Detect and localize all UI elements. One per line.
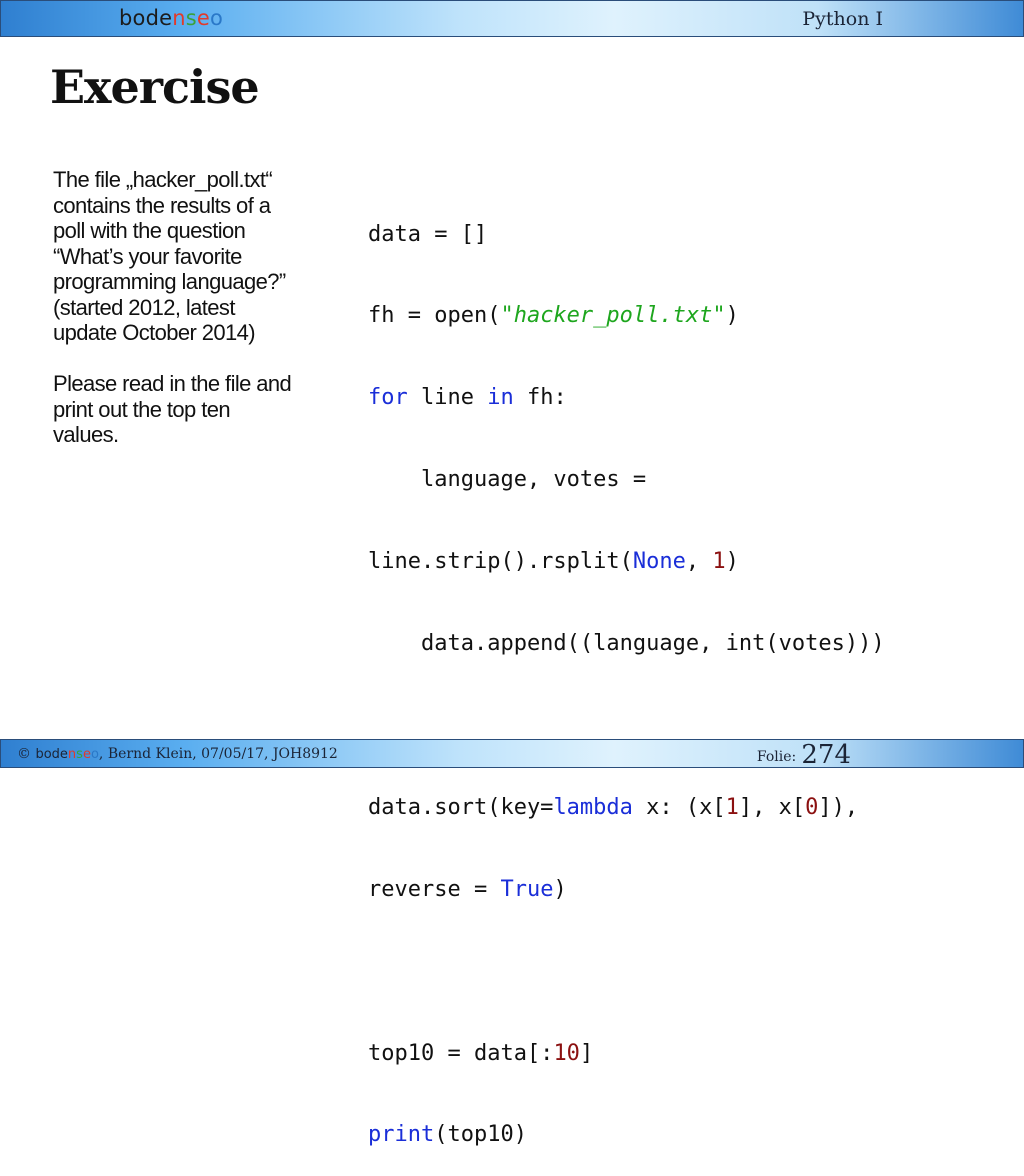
code-text: data.append((language, int(votes))) xyxy=(368,631,885,657)
logo-text-prefix: bode xyxy=(119,6,173,30)
code-text: ) xyxy=(725,549,739,575)
logo-letter-n: n xyxy=(172,6,186,30)
description-line: (started 2012, latest xyxy=(53,294,235,320)
logo-letter-e: e xyxy=(82,747,91,762)
folie-label: Folie: xyxy=(756,749,797,765)
description-line: contains the results of a xyxy=(53,192,271,218)
course-title: Python I xyxy=(802,8,883,30)
number-literal: 1 xyxy=(725,794,739,820)
code-text: language, votes = xyxy=(368,467,647,493)
code-block: data = [] fh = open("hacker_poll.txt") f… xyxy=(368,166,988,1176)
keyword-for: for xyxy=(368,385,408,411)
author-date-text: , Bernd Klein, 07/05/17, JOH8912 xyxy=(98,746,338,762)
footer-logo: bodenseo xyxy=(35,747,98,762)
code-text: top10 = data[: xyxy=(368,1040,554,1066)
keyword-none: None xyxy=(632,549,686,575)
instruction-line: print out the top ten xyxy=(53,396,231,422)
keyword-true: True xyxy=(500,876,554,902)
number-literal: 1 xyxy=(712,549,726,575)
keyword-lambda: lambda xyxy=(553,794,633,820)
page-number: 274 xyxy=(801,740,851,770)
exercise-description: The file „hacker_poll.txt“ contains the … xyxy=(53,167,328,448)
code-line-9: reverse = True) xyxy=(368,876,988,903)
instruction-line: values. xyxy=(53,422,119,447)
description-line: update October 2014) xyxy=(53,320,256,345)
code-line-12: print(top10) xyxy=(368,1121,988,1148)
number-literal: 10 xyxy=(553,1040,580,1066)
code-text: x: (x[ xyxy=(632,794,726,820)
code-text: line xyxy=(407,385,488,411)
slide-title: Exercise xyxy=(50,60,260,114)
keyword-in: in xyxy=(487,385,514,411)
footer-credit: © bodenseo, Bernd Klein, 07/05/17, JOH89… xyxy=(17,746,338,762)
slide-number: Folie: 274 xyxy=(757,740,851,770)
logo-letter-o: o xyxy=(210,6,224,30)
code-text: (top10) xyxy=(434,1122,527,1148)
header-bar: bodenseo Python I xyxy=(0,0,1024,37)
code-line-6: data.append((language, int(votes))) xyxy=(368,630,988,657)
description-line: programming language?” xyxy=(53,269,286,294)
code-line-5: line.strip().rsplit(None, 1) xyxy=(368,548,988,575)
code-text: ) xyxy=(553,876,567,902)
description-line: The file „hacker_poll.txt“ xyxy=(53,167,273,192)
code-text: data.sort(key= xyxy=(368,794,554,820)
instruction-line: Please read in the file and xyxy=(53,371,292,396)
code-text: reverse = xyxy=(368,876,501,902)
code-line-2: fh = open("hacker_poll.txt") xyxy=(368,302,988,329)
code-line-8: data.sort(key=lambda x: (x[1], x[0]), xyxy=(368,794,988,821)
number-literal: 0 xyxy=(805,794,819,820)
logo-text-prefix: bode xyxy=(35,747,68,762)
code-text: data = [] xyxy=(368,221,488,247)
logo-letter-n: n xyxy=(67,747,77,762)
code-text: fh: xyxy=(513,385,567,411)
footer-bar: © bodenseo, Bernd Klein, 07/05/17, JOH89… xyxy=(0,739,1024,770)
description-line: “What’s your favorite xyxy=(53,243,242,269)
code-text: ) xyxy=(725,303,739,329)
code-text: fh = open( xyxy=(368,303,501,329)
code-text: ]), xyxy=(818,794,859,820)
code-text: ], x[ xyxy=(738,794,806,820)
logo-letter-s: s xyxy=(185,6,197,30)
string-literal: "hacker_poll.txt" xyxy=(500,303,726,329)
logo-letter-s: s xyxy=(76,747,83,762)
code-line-1: data = [] xyxy=(368,221,988,248)
copyright-symbol: © xyxy=(17,746,36,762)
code-line-3: for line in fh: xyxy=(368,384,988,411)
code-line-11: top10 = data[:10] xyxy=(368,1040,988,1067)
code-text: , xyxy=(685,549,713,575)
code-line-4: language, votes = xyxy=(368,466,988,493)
code-text: ] xyxy=(579,1040,594,1066)
keyword-print: print xyxy=(368,1122,435,1148)
logo-letter-e: e xyxy=(196,6,211,30)
logo-letter-o: o xyxy=(90,747,99,762)
description-line: poll with the question xyxy=(53,218,246,243)
code-text: line.strip().rsplit( xyxy=(368,549,633,575)
bodenseo-logo: bodenseo xyxy=(119,6,223,30)
